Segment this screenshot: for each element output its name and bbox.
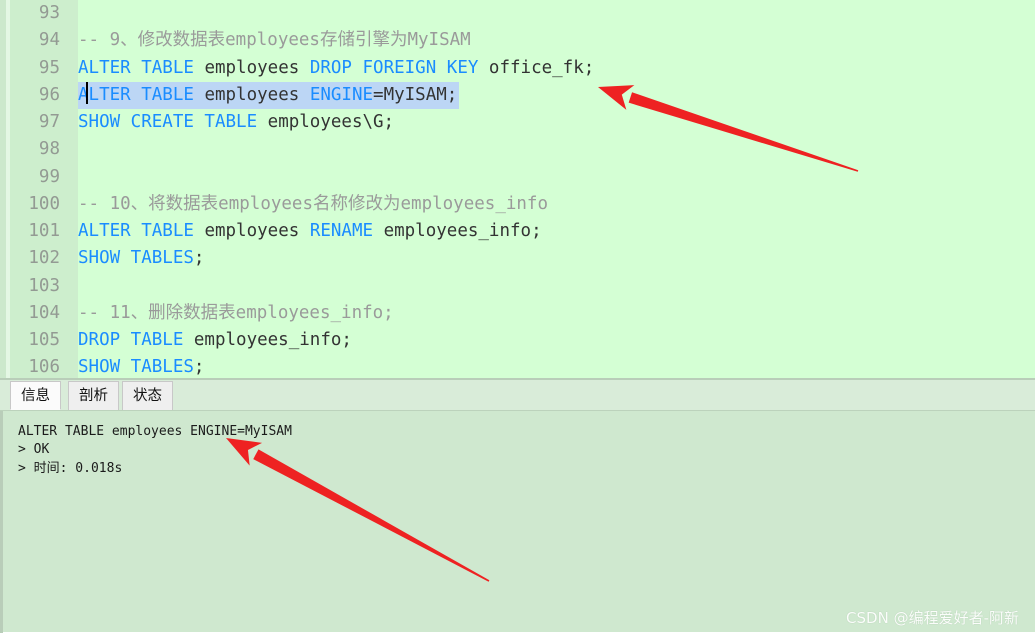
code-line-text[interactable]: -- 10、将数据表employees名称修改为employees_info: [78, 191, 548, 218]
line-number: 96: [38, 84, 60, 105]
csdn-watermark: CSDN @编程爱好者-阿新: [846, 609, 1019, 627]
code-line[interactable]: 100 -- 10、将数据表employees名称修改为employees_inf…: [0, 191, 1035, 218]
line-number: 98: [38, 139, 60, 160]
code-line[interactable]: 102 SHOW TABLES;: [0, 245, 1035, 272]
code-line-list: 93 94 -- 9、修改数据表employees存储引擎为MyISAM 95 ALTE…: [0, 0, 1035, 378]
code-token-kw: DROP FOREIGN KEY: [309, 57, 479, 78]
code-line-text[interactable]: DROP TABLE employees_info;: [78, 327, 352, 354]
code-line[interactable]: 99: [0, 164, 1035, 191]
line-number: 95: [38, 57, 60, 78]
code-line[interactable]: 106 SHOW TABLES;: [0, 354, 1035, 378]
text-caret: [86, 82, 88, 104]
code-line-text[interactable]: -- 9、修改数据表employees存储引擎为MyISAM: [78, 27, 471, 54]
code-token-cm: -- 11、删除数据表employees_info;: [78, 302, 394, 323]
code-token-pl: employees: [193, 221, 310, 241]
code-line-text[interactable]: SHOW CREATE TABLE employees\G;: [78, 109, 394, 136]
tab-info[interactable]: 信息: [10, 381, 61, 410]
code-line-text[interactable]: ALTER TABLE employees DROP FOREIGN KEY o…: [78, 55, 594, 82]
sql-code-editor[interactable]: 93 94 -- 9、修改数据表employees存储引擎为MyISAM 95 ALTE…: [0, 0, 1035, 378]
code-token-kw: SHOW TABLES: [78, 248, 194, 269]
line-number: 104: [28, 302, 60, 323]
code-line[interactable]: 104 -- 11、删除数据表employees_info;: [0, 300, 1035, 327]
line-number: 105: [28, 330, 60, 350]
sql-editor-window: 93 94 -- 9、修改数据表employees存储引擎为MyISAM 95 ALTE…: [0, 0, 1035, 633]
code-token-pl: ;: [193, 248, 205, 269]
code-token-pl: =MyISAM;: [373, 84, 458, 105]
code-token-kw: SHOW CREATE TABLE: [78, 112, 258, 132]
code-token-kw: RENAME: [309, 221, 374, 241]
code-line-text[interactable]: ALTER TABLE employees ENGINE=MyISAM;: [78, 81, 460, 109]
code-line[interactable]: 103: [0, 273, 1035, 300]
output-line-time: > 时间: 0.018s: [18, 461, 123, 476]
code-token-cm: -- 9、修改数据表employees存储引擎为MyISAM: [78, 30, 471, 51]
code-line[interactable]: 97 SHOW CREATE TABLE employees\G;: [0, 109, 1035, 136]
code-token-pl: ;: [193, 357, 205, 378]
code-line-text[interactable]: ALTER TABLE employees RENAME employees_i…: [78, 218, 542, 245]
line-number: 97: [38, 112, 60, 132]
code-token-pl: employees\G;: [257, 112, 395, 132]
code-token-kw: SHOW TABLES: [78, 357, 194, 378]
code-line[interactable]: 95 ALTER TABLE employees DROP FOREIGN KEY…: [0, 55, 1035, 82]
line-number: 102: [28, 248, 60, 269]
output-left-border: [0, 411, 3, 633]
line-number: 93: [38, 3, 60, 23]
code-line-text[interactable]: SHOW TABLES;: [78, 245, 204, 272]
code-token-kw: ALTER TABLE: [78, 84, 194, 105]
code-token-pl: employees: [193, 84, 310, 105]
tab-profile[interactable]: 剖析: [68, 381, 119, 410]
line-number: 106: [28, 357, 60, 378]
code-line[interactable]: 96 ALTER TABLE employees ENGINE=MyISAM;: [0, 81, 1035, 109]
tab-status[interactable]: 状态: [122, 381, 173, 410]
code-token-pl: employees_info;: [373, 221, 542, 241]
code-token-kw: ALTER TABLE: [78, 221, 194, 241]
output-console[interactable]: ALTER TABLE employees ENGINE=MyISAM > OK…: [0, 410, 1035, 633]
line-number: 100: [28, 193, 60, 214]
code-line-text[interactable]: -- 11、删除数据表employees_info;: [78, 300, 394, 327]
code-line[interactable]: 94 -- 9、修改数据表employees存储引擎为MyISAM: [0, 27, 1035, 54]
code-line[interactable]: 105 DROP TABLE employees_info;: [0, 327, 1035, 354]
code-line[interactable]: 101 ALTER TABLE employees RENAME employee…: [0, 218, 1035, 245]
line-number: 99: [38, 166, 60, 187]
code-line[interactable]: 98: [0, 136, 1035, 163]
code-token-kw: ENGINE: [309, 84, 374, 105]
line-number: 103: [28, 275, 60, 296]
output-line-status: > OK: [18, 442, 50, 457]
result-tab-bar: 信息 剖析 状态: [0, 380, 1035, 412]
output-line-statement: ALTER TABLE employees ENGINE=MyISAM: [18, 424, 292, 439]
code-token-kw: DROP TABLE: [78, 330, 184, 350]
line-number: 101: [28, 221, 60, 241]
code-token-pl: office_fk;: [478, 57, 595, 78]
result-panel: 信息 剖析 状态 ALTER TABLE employees ENGINE=My…: [0, 378, 1035, 633]
code-line[interactable]: 93: [0, 0, 1035, 27]
code-line-text[interactable]: SHOW TABLES;: [78, 354, 204, 378]
line-number: 94: [38, 30, 60, 51]
code-token-cm: -- 10、将数据表employees名称修改为employees_info: [78, 193, 549, 214]
code-token-pl: employees: [193, 57, 310, 78]
code-token-kw: ALTER TABLE: [78, 57, 194, 78]
code-token-pl: employees_info;: [183, 330, 352, 350]
